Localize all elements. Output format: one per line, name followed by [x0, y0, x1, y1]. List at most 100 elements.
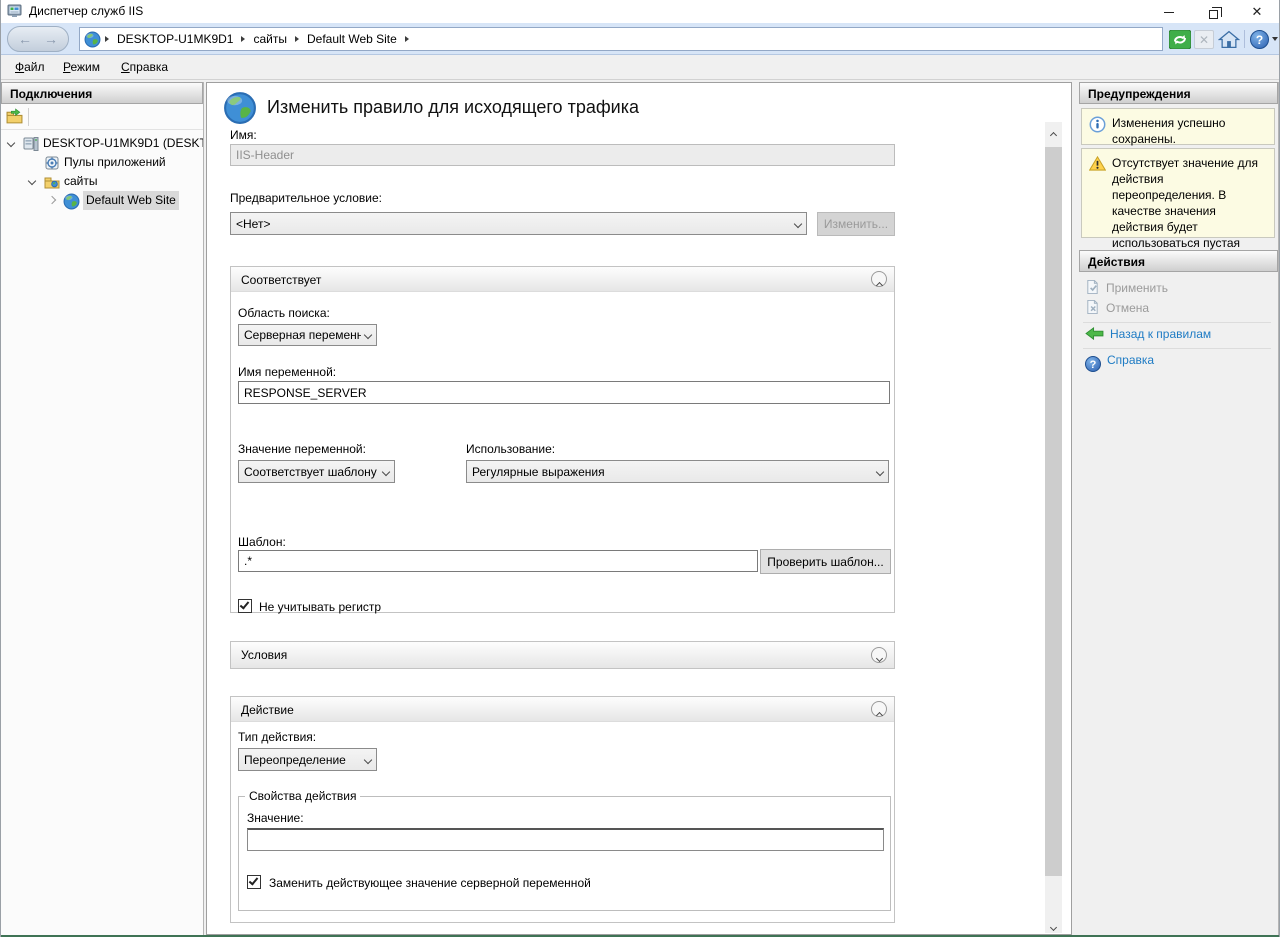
server-icon	[23, 136, 39, 152]
ignore-case-label[interactable]: Не учитывать регистр	[259, 600, 381, 614]
action-value-input[interactable]	[247, 828, 884, 851]
alerts-header: Предупреждения	[1079, 82, 1278, 104]
cancel-doc-x-icon	[1085, 299, 1100, 315]
home-icon[interactable]	[1218, 30, 1240, 49]
tree-label-default-web-site[interactable]: Default Web Site	[83, 191, 179, 210]
menu-view[interactable]: Режим	[63, 60, 100, 74]
menu-file[interactable]: Файл	[15, 60, 45, 74]
apply-label: Применить	[1106, 281, 1168, 295]
close-button[interactable]: ✕	[1235, 0, 1279, 23]
breadcrumb-server[interactable]: DESKTOP-U1MK9D1	[117, 32, 233, 46]
collapse-section-icon[interactable]	[871, 701, 887, 717]
cancel-action: Отмена	[1085, 299, 1149, 319]
minimize-button[interactable]	[1147, 0, 1191, 23]
globe-icon	[63, 193, 80, 210]
tree-label-app-pools[interactable]: Пулы приложений	[64, 153, 166, 172]
back-to-rules-link[interactable]: Назад к правилам	[1110, 327, 1211, 341]
variable-value-label: Значение переменной:	[238, 442, 366, 456]
match-section-header[interactable]: Соответствует	[231, 267, 894, 292]
pattern-input[interactable]	[238, 550, 758, 572]
variable-name-label: Имя переменной:	[238, 365, 336, 379]
restore-button[interactable]	[1191, 0, 1235, 23]
action-section-header[interactable]: Действие	[231, 697, 894, 722]
forward-icon[interactable]: →	[44, 31, 58, 47]
scroll-down-icon[interactable]	[1045, 916, 1062, 933]
check-icon	[249, 875, 259, 885]
collapse-chevron-icon[interactable]	[28, 177, 36, 185]
actions-separator	[1083, 322, 1271, 323]
check-icon	[240, 599, 250, 609]
ignore-case-checkbox[interactable]	[238, 599, 252, 613]
apply-action: Применить	[1085, 279, 1168, 299]
breadcrumb-sites[interactable]: сайты	[253, 32, 287, 46]
action-properties-legend: Свойства действия	[245, 789, 360, 803]
scope-select[interactable]: Серверная переменная	[238, 324, 377, 346]
apply-doc-check-icon	[1085, 279, 1100, 295]
stop-icon: ✕	[1194, 30, 1214, 49]
test-pattern-button[interactable]: Проверить шаблон...	[760, 549, 891, 574]
action-type-select[interactable]: Переопределение	[238, 748, 377, 771]
window-title: Диспетчер служб IIS	[29, 4, 143, 18]
alert-warning: Отсутствует значение для действия переоп…	[1081, 148, 1275, 238]
precondition-value: <Нет>	[236, 217, 791, 231]
breadcrumb-arrow-icon	[105, 36, 109, 42]
connections-header: Подключения	[1, 82, 203, 104]
back-icon[interactable]: ←	[18, 31, 32, 47]
tree-node-app-pools[interactable]: Пулы приложений	[1, 153, 203, 172]
replace-existing-label[interactable]: Заменить действующее значение серверной …	[269, 876, 591, 890]
precondition-select[interactable]: <Нет>	[230, 212, 807, 235]
collapse-chevron-icon[interactable]	[7, 139, 15, 147]
conditions-section: Условия	[230, 641, 895, 669]
connections-tree: DESKTOP-U1MK9D1 (DESKTOP Пулы приложений	[1, 130, 203, 810]
help-link[interactable]: Справка	[1107, 353, 1154, 367]
alert-info-text: Изменения успешно сохранены.	[1112, 116, 1225, 146]
tree-label-server[interactable]: DESKTOP-U1MK9D1 (DESKTOP	[43, 134, 203, 153]
conditions-section-header[interactable]: Условия	[231, 642, 894, 668]
collapse-section-icon[interactable]	[871, 271, 887, 287]
edit-precondition-button: Изменить...	[817, 212, 895, 236]
green-back-arrow-icon	[1085, 326, 1104, 341]
chevron-down-icon	[794, 219, 802, 227]
tree-node-default-web-site[interactable]: Default Web Site	[1, 191, 203, 210]
breadcrumb[interactable]: DESKTOP-U1MK9D1 сайты Default Web Site	[79, 27, 1163, 51]
connections-toolbar	[1, 104, 203, 130]
expand-chevron-icon[interactable]	[48, 196, 56, 204]
help-action[interactable]: ?Справка	[1085, 351, 1154, 371]
tree-label-sites[interactable]: сайты	[64, 172, 98, 191]
right-panel: Предупреждения Изменения успешно сохране…	[1079, 82, 1279, 935]
help-icon[interactable]: ?	[1250, 30, 1269, 49]
actions-header: Действия	[1079, 250, 1278, 272]
sites-folder-icon	[44, 174, 60, 190]
action-value-label: Значение:	[247, 811, 304, 825]
usage-selected: Регулярные выражения	[472, 465, 873, 479]
menu-help[interactable]: Справка	[121, 60, 168, 74]
save-connections-icon[interactable]	[6, 108, 23, 125]
chevron-down-icon	[876, 467, 884, 475]
precondition-label: Предварительное условие:	[230, 191, 382, 205]
usage-label: Использование:	[466, 442, 555, 456]
rule-name-input	[230, 144, 895, 166]
breadcrumb-arrow-icon	[405, 36, 409, 42]
pattern-label: Шаблон:	[238, 535, 286, 549]
replace-existing-checkbox[interactable]	[247, 875, 261, 889]
page-title: Изменить правило для исходящего трафика	[267, 97, 639, 118]
info-circle-icon	[1089, 116, 1106, 133]
breadcrumb-default-web-site[interactable]: Default Web Site	[307, 32, 397, 46]
back-to-rules-action[interactable]: Назад к правилам	[1085, 325, 1211, 345]
tree-node-server[interactable]: DESKTOP-U1MK9D1 (DESKTOP	[1, 134, 203, 153]
scroll-up-icon[interactable]	[1045, 122, 1062, 139]
expand-section-icon[interactable]	[871, 647, 887, 663]
actions-separator	[1083, 348, 1271, 349]
cancel-label: Отмена	[1106, 301, 1149, 315]
iis-manager-window: Диспетчер служб IIS ✕ ← → DESKTOP-U1MK9D…	[0, 0, 1280, 937]
feature-globe-icon	[223, 91, 257, 125]
help-dropdown-caret-icon[interactable]	[1272, 37, 1278, 41]
tree-node-sites[interactable]: сайты	[1, 172, 203, 191]
variable-name-input[interactable]	[238, 381, 890, 404]
usage-select[interactable]: Регулярные выражения	[466, 460, 889, 483]
vertical-scrollbar[interactable]	[1045, 122, 1062, 933]
refresh-icon[interactable]	[1169, 30, 1191, 49]
variable-value-select[interactable]: Соответствует шаблону	[238, 460, 395, 483]
scrollbar-thumb[interactable]	[1045, 147, 1062, 876]
name-label: Имя:	[230, 128, 257, 142]
